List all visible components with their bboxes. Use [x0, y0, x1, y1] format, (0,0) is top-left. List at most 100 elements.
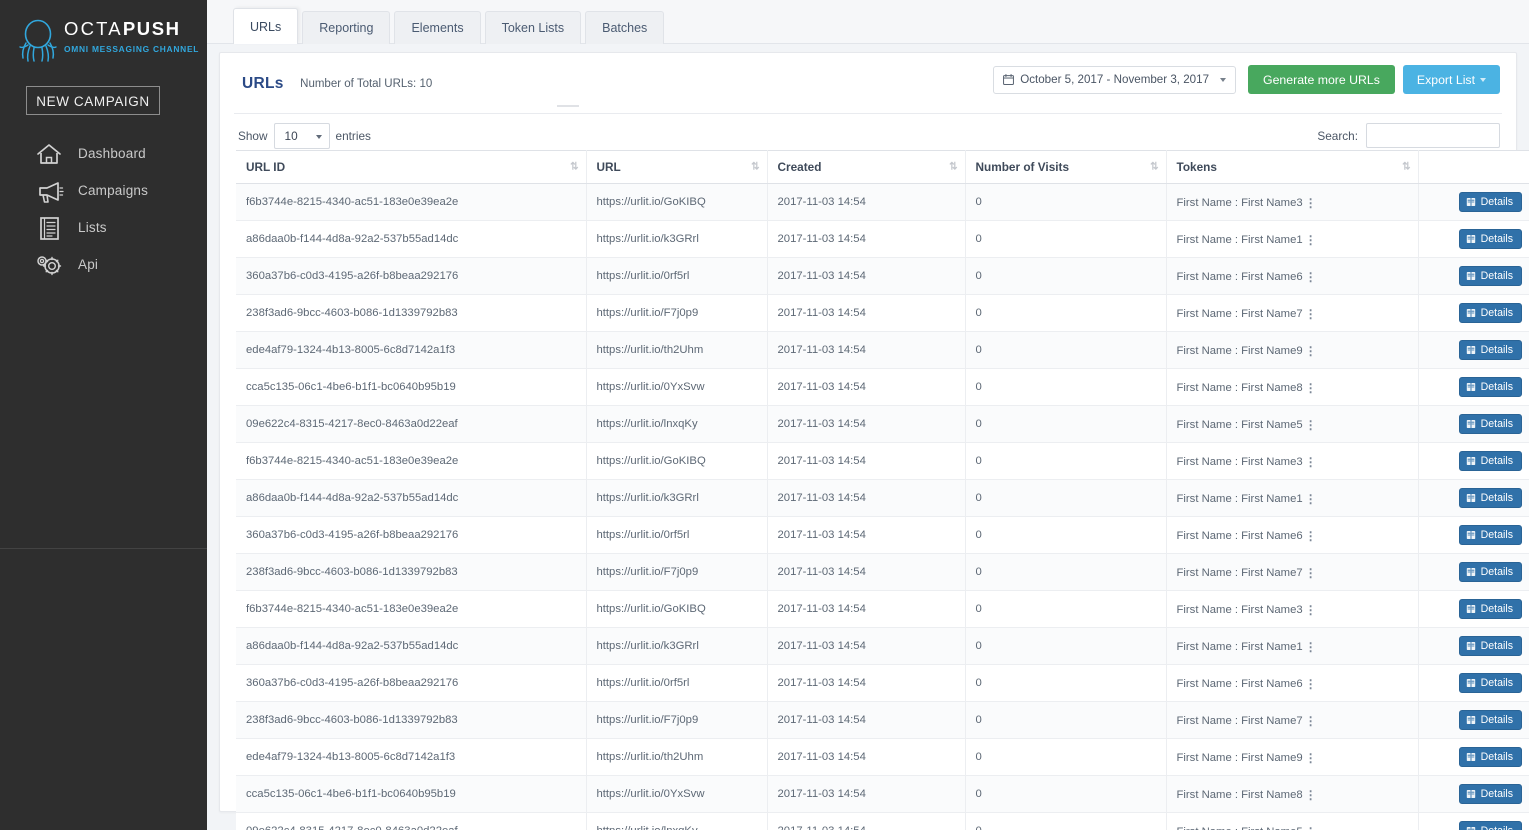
details-label: Details	[1480, 455, 1513, 467]
details-button[interactable]: Details	[1458, 192, 1522, 212]
details-button[interactable]: Details	[1458, 266, 1522, 286]
more-vertical-icon[interactable]: ⋮	[1305, 234, 1317, 246]
cell-url-id: a86daa0b-f144-4d8a-92a2-537b55ad14dc	[236, 220, 587, 258]
cell-visits: 0	[965, 479, 1167, 517]
cell-actions: Details	[1418, 738, 1529, 776]
details-button[interactable]: Details	[1458, 488, 1522, 508]
cell-visits: 0	[965, 331, 1167, 369]
cell-created: 2017-11-03 14:54	[767, 775, 966, 813]
cell-visits: 0	[965, 294, 1167, 332]
more-vertical-icon[interactable]: ⋮	[1305, 456, 1317, 468]
cell-visits: 0	[965, 590, 1167, 628]
urls-panel: URLs Number of Total URLs: 10 October 5,…	[219, 52, 1529, 830]
column-header-url-id[interactable]: URL ID ⇅	[236, 150, 587, 184]
details-button[interactable]: Details	[1458, 636, 1522, 656]
table-row: a86daa0b-f144-4d8a-92a2-537b55ad14dc http…	[236, 220, 1529, 258]
more-vertical-icon[interactable]: ⋮	[1305, 641, 1317, 653]
sidebar-item-api[interactable]: Api	[0, 246, 207, 283]
token-value: First Name : First Name7	[1176, 307, 1303, 320]
details-button[interactable]: Details	[1458, 377, 1522, 397]
details-button[interactable]: Details	[1458, 710, 1522, 730]
urls-table: URL ID ⇅ URL ⇅ Created ⇅ Number of Visit…	[236, 150, 1529, 830]
more-vertical-icon[interactable]: ⋮	[1305, 382, 1317, 394]
cell-created: 2017-11-03 14:54	[767, 664, 966, 702]
book-icon	[1466, 827, 1475, 830]
more-vertical-icon[interactable]: ⋮	[1305, 308, 1317, 320]
cell-created: 2017-11-03 14:54	[767, 812, 966, 830]
more-vertical-icon[interactable]: ⋮	[1305, 493, 1317, 505]
details-button[interactable]: Details	[1458, 229, 1522, 249]
page-size-select[interactable]: 10	[273, 123, 330, 149]
details-button[interactable]: Details	[1458, 747, 1522, 767]
more-vertical-icon[interactable]: ⋮	[1305, 826, 1317, 830]
cell-url: https://urlit.io/F7j0p9	[586, 701, 768, 739]
details-button[interactable]: Details	[1458, 414, 1522, 434]
cell-url: https://urlit.io/0rf5rl	[586, 516, 768, 554]
tab-reporting[interactable]: Reporting	[302, 11, 391, 44]
details-label: Details	[1480, 418, 1513, 430]
more-vertical-icon[interactable]: ⋮	[1305, 345, 1317, 357]
more-vertical-icon[interactable]: ⋮	[1305, 604, 1317, 616]
tab-urls[interactable]: URLs	[233, 8, 299, 44]
cell-url: https://urlit.io/0YxSvw	[586, 368, 768, 406]
column-header-number-of-visits[interactable]: Number of Visits ⇅	[965, 150, 1167, 184]
column-header-url[interactable]: URL ⇅	[586, 150, 768, 184]
app-root: OCTAPUSH OMNI MESSAGING CHANNEL NEW CAMP…	[0, 0, 1529, 830]
more-vertical-icon[interactable]: ⋮	[1305, 567, 1317, 579]
table-row: ede4af79-1324-4b13-8005-6c8d7142a1f3 http…	[236, 738, 1529, 776]
cell-tokens: First Name : First Name6 ⋮	[1166, 257, 1419, 295]
more-vertical-icon[interactable]: ⋮	[1305, 715, 1317, 727]
cell-actions: Details	[1418, 812, 1529, 830]
more-vertical-icon[interactable]: ⋮	[1305, 197, 1317, 209]
date-range-picker[interactable]: October 5, 2017 - November 3, 2017	[993, 65, 1237, 94]
details-button[interactable]: Details	[1458, 784, 1522, 804]
search-input[interactable]	[1366, 123, 1500, 148]
sidebar-item-dashboard[interactable]: Dashboard	[0, 135, 207, 172]
export-list-button[interactable]: Export List	[1402, 65, 1500, 94]
tab-token-lists[interactable]: Token Lists	[484, 11, 582, 44]
cell-actions: Details	[1418, 775, 1529, 813]
details-button[interactable]: Details	[1458, 821, 1522, 830]
column-header-tokens[interactable]: Tokens ⇅	[1166, 150, 1419, 184]
cell-url: https://urlit.io/k3GRrl	[586, 627, 768, 665]
details-button[interactable]: Details	[1458, 451, 1522, 471]
generate-more-urls-button[interactable]: Generate more URLs	[1248, 65, 1395, 94]
sidebar-seam-artifact	[0, 548, 207, 549]
more-vertical-icon[interactable]: ⋮	[1305, 271, 1317, 283]
cell-tokens: First Name : First Name7 ⋮	[1166, 553, 1419, 591]
cell-url: https://urlit.io/k3GRrl	[586, 479, 768, 517]
book-icon	[1466, 346, 1475, 354]
more-vertical-icon[interactable]: ⋮	[1305, 530, 1317, 542]
new-campaign-button[interactable]: NEW CAMPAIGN	[26, 86, 160, 115]
token-value: First Name : First Name7	[1176, 566, 1303, 579]
page-title: URLs	[242, 75, 284, 92]
token-value: First Name : First Name3	[1176, 603, 1303, 616]
details-button[interactable]: Details	[1458, 599, 1522, 619]
more-vertical-icon[interactable]: ⋮	[1305, 752, 1317, 764]
date-range-value: October 5, 2017 - November 3, 2017	[1020, 72, 1210, 86]
more-vertical-icon[interactable]: ⋮	[1305, 678, 1317, 690]
column-header-created[interactable]: Created ⇅	[767, 150, 966, 184]
cell-created: 2017-11-03 14:54	[767, 590, 966, 628]
details-button[interactable]: Details	[1458, 673, 1522, 693]
sidebar-item-campaigns[interactable]: Campaigns	[0, 172, 207, 209]
details-button[interactable]: Details	[1458, 303, 1522, 323]
cell-actions: Details	[1418, 220, 1529, 258]
cell-tokens: First Name : First Name7 ⋮	[1166, 701, 1419, 739]
tab-elements[interactable]: Elements	[394, 11, 481, 44]
details-button[interactable]: Details	[1458, 525, 1522, 545]
table-row: f6b3744e-8215-4340-ac51-183e0e39ea2e http…	[236, 183, 1529, 221]
sidebar-item-lists[interactable]: Lists	[0, 209, 207, 246]
cell-actions: Details	[1418, 553, 1529, 591]
cell-url-id: f6b3744e-8215-4340-ac51-183e0e39ea2e	[236, 590, 587, 628]
tab-batches[interactable]: Batches	[585, 11, 665, 44]
cell-created: 2017-11-03 14:54	[767, 331, 966, 369]
tab-list: URLs Reporting Elements Token Lists Batc…	[207, 0, 1529, 44]
cell-url-id: f6b3744e-8215-4340-ac51-183e0e39ea2e	[236, 442, 587, 480]
more-vertical-icon[interactable]: ⋮	[1305, 789, 1317, 801]
megaphone-icon	[39, 181, 64, 203]
more-vertical-icon[interactable]: ⋮	[1305, 419, 1317, 431]
details-button[interactable]: Details	[1458, 340, 1522, 360]
cell-actions: Details	[1418, 627, 1529, 665]
details-button[interactable]: Details	[1458, 562, 1522, 582]
